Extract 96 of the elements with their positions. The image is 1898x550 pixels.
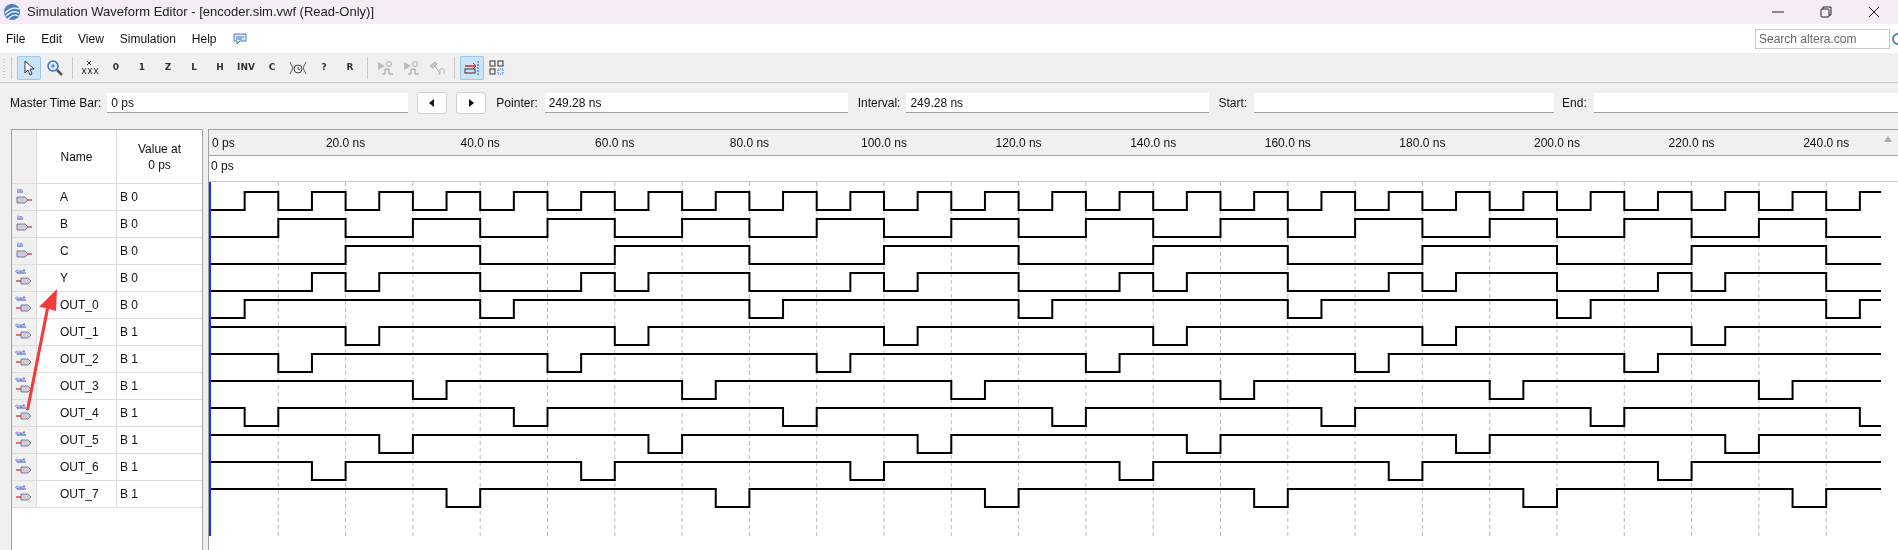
signal-name[interactable]: B <box>60 215 68 233</box>
signal-name[interactable]: A <box>60 188 68 206</box>
toolbar-grip-icon <box>3 57 6 78</box>
ruler-label: 40.0 ns <box>460 135 500 152</box>
field-label: Interval: <box>857 95 901 112</box>
signal-name[interactable]: OUT_5 <box>60 431 99 449</box>
start-field[interactable] <box>1254 93 1555 113</box>
table-row[interactable]: OUT_6 B 1 <box>12 454 202 481</box>
signal-name[interactable]: OUT_4 <box>60 404 99 422</box>
ruler-label: 80.0 ns <box>729 135 770 152</box>
table-row[interactable]: OUT_4 B 1 <box>12 400 202 427</box>
signal-name[interactable]: OUT_1 <box>60 323 99 341</box>
clock-icon <box>289 59 307 76</box>
ruler-label: 100.0 ns <box>861 135 907 152</box>
waveform-value-button[interactable]: 0 <box>104 55 128 80</box>
table-row[interactable]: C B 0 <box>12 238 202 265</box>
field-label: Master Time Bar: <box>10 95 102 112</box>
menu-item[interactable]: Simulation <box>119 29 176 48</box>
waveform-value-button[interactable]: ? <box>312 55 336 80</box>
signal-value: B 0 <box>120 243 138 260</box>
signal-name[interactable]: OUT_7 <box>60 485 99 503</box>
signal-name[interactable]: Y <box>60 269 68 287</box>
ruler-label: 140.0 ns <box>1130 135 1177 152</box>
hammer-icon <box>428 59 446 76</box>
snap-icon <box>463 59 481 76</box>
maximize-icon <box>1820 6 1832 18</box>
signal-value: B 1 <box>120 378 138 395</box>
pointer-field[interactable]: 249.28 ns <box>544 93 848 113</box>
signal-value: B 0 <box>120 216 138 233</box>
signal-value: B 0 <box>120 270 138 287</box>
signal-value: B 1 <box>120 486 138 503</box>
grid-icon <box>489 59 507 76</box>
previous-button[interactable] <box>417 92 448 114</box>
ruler-label: 180.0 ns <box>1399 135 1446 152</box>
signal-name[interactable]: OUT_0 <box>60 296 99 314</box>
waveform-value-button[interactable]: 1 <box>130 55 154 80</box>
menu-item[interactable]: File <box>6 29 26 48</box>
signal-name[interactable]: OUT_6 <box>60 458 99 476</box>
table-row[interactable]: OUT_5 B 1 <box>12 427 202 454</box>
column-header[interactable]: Value at 0 ps <box>137 140 182 173</box>
table-row[interactable]: A B 0 <box>12 184 202 211</box>
menu-item[interactable]: View <box>78 29 104 48</box>
next-button[interactable] <box>456 92 487 114</box>
field-label: Pointer: <box>496 95 538 112</box>
minimize-icon <box>1772 11 1784 13</box>
feedback-icon <box>232 32 247 45</box>
app-logo-icon <box>3 3 21 21</box>
waveform-value-button[interactable]: Z <box>156 55 180 80</box>
signal-value: B 1 <box>120 351 138 368</box>
signal-name[interactable]: C <box>60 242 69 260</box>
pointer-tool-button[interactable] <box>17 55 41 80</box>
interval-field[interactable]: 249.28 ns <box>906 93 1210 113</box>
signal-value: B 1 <box>120 405 138 422</box>
table-row[interactable]: Y B 0 <box>12 265 202 292</box>
search-field[interactable]: Search altera.com <box>1755 28 1890 49</box>
scroll-up-icon[interactable] <box>1884 136 1892 142</box>
waveform-value-button[interactable]: C <box>260 55 284 80</box>
ruler-label: 220.0 ns <box>1668 135 1715 152</box>
waveform-value-button[interactable]: R <box>338 55 362 80</box>
signal-value: B 1 <box>120 432 138 449</box>
field-label: End: <box>1562 95 1587 112</box>
menu-item[interactable]: Help <box>191 29 217 48</box>
signal-value: B 0 <box>120 189 138 206</box>
menu-item[interactable]: Edit <box>41 29 63 48</box>
cursor-arrow-icon <box>22 59 36 76</box>
master-time-field[interactable]: 0 ps <box>107 93 409 113</box>
column-header[interactable]: Name <box>60 147 93 166</box>
waveform-value-button[interactable]: INV <box>234 55 258 80</box>
waveform-value-button[interactable]: L <box>182 55 206 80</box>
signal-name[interactable]: OUT_3 <box>60 377 99 395</box>
ruler-label: 160.0 ns <box>1264 135 1311 152</box>
table-row[interactable]: OUT_7 B 1 <box>12 481 202 508</box>
table-row[interactable]: B B 0 <box>12 211 202 238</box>
snap-to-grid-button[interactable] <box>460 55 484 80</box>
zoom-icon <box>46 58 64 77</box>
play-waveform-icon <box>376 59 394 76</box>
signal-value: B 1 <box>120 459 138 476</box>
time-marker-label: 0 ps <box>211 158 234 175</box>
end-field[interactable] <box>1593 93 1898 113</box>
waveform-value-button[interactable]: H <box>208 55 232 80</box>
ruler-label: 20.0 ns <box>325 135 366 152</box>
ruler-label: 200.0 ns <box>1534 135 1580 152</box>
play-waveform-icon <box>402 59 420 76</box>
ruler-label: 0 ps <box>212 135 235 152</box>
close-icon <box>1868 6 1880 18</box>
ruler-label: 60.0 ns <box>595 135 635 152</box>
signal-name[interactable]: OUT_2 <box>60 350 99 368</box>
right-triangle-icon <box>468 99 475 107</box>
left-triangle-icon <box>429 99 436 107</box>
ruler-label: 120.0 ns <box>995 135 1042 152</box>
signal-value: B 1 <box>120 324 138 341</box>
field-label: Start: <box>1218 95 1248 112</box>
crosses-icon <box>81 59 99 76</box>
window-title: Simulation Waveform Editor - [encoder.sim.vwf (Read-Only)] <box>27 3 374 22</box>
ruler-label: 240.0 ns <box>1803 135 1850 152</box>
signal-value: B 0 <box>120 297 138 314</box>
